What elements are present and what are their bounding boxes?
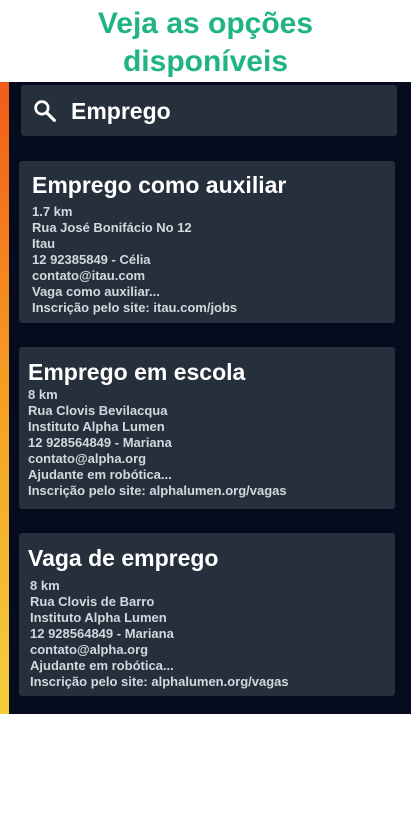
job-email: contato@itau.com: [32, 268, 146, 283]
job-description: Vaga como auxiliar...: [32, 284, 160, 299]
job-card-details: 8 km Rua Clovis de Barro Instituto Alpha…: [30, 578, 289, 690]
job-signup: Inscrição pelo site: alphalumen.org/vaga…: [28, 483, 287, 498]
job-address: Rua José Bonifácio No 12: [32, 220, 192, 235]
job-company: Instituto Alpha Lumen: [30, 610, 167, 625]
page-title-line-2: disponíveis: [122, 45, 289, 78]
accent-strip: [0, 82, 9, 714]
job-description: Ajudante em robótica...: [28, 467, 172, 482]
job-card[interactable]: Vaga de emprego 8 km Rua Clovis de Barro…: [19, 533, 395, 696]
job-card-title[interactable]: Vaga de emprego: [28, 544, 218, 572]
job-company: Instituto Alpha Lumen: [28, 419, 165, 434]
job-card-title[interactable]: Emprego em escola: [28, 358, 245, 386]
job-phone-contact: 12 928564849 - Mariana: [30, 626, 174, 641]
job-description: Ajudante em robótica...: [30, 658, 174, 673]
search-input[interactable]: Emprego: [71, 98, 171, 124]
job-card-details: 1.7 km Rua José Bonifácio No 12 Itau 12 …: [32, 204, 237, 316]
job-distance: 1.7 km: [32, 204, 73, 219]
job-address: Rua Clovis Bevilacqua: [28, 403, 168, 418]
job-card-title[interactable]: Emprego como auxiliar: [32, 171, 286, 199]
results-panel: Emprego Emprego como auxiliar 1.7 km Rua…: [0, 82, 411, 714]
job-phone-contact: 12 928564849 - Mariana: [28, 435, 172, 450]
job-card-details: 8 km Rua Clovis Bevilacqua Instituto Alp…: [28, 387, 287, 499]
job-email: contato@alpha.org: [30, 642, 149, 657]
job-phone-contact: 12 92385849 - Célia: [32, 252, 151, 267]
job-signup: Inscrição pelo site: alphalumen.org/vaga…: [30, 674, 289, 689]
search-icon[interactable]: [32, 98, 57, 123]
job-company: Itau: [32, 236, 56, 251]
job-card[interactable]: Emprego como auxiliar 1.7 km Rua José Bo…: [19, 161, 395, 323]
job-distance: 8 km: [30, 578, 60, 593]
job-address: Rua Clovis de Barro: [30, 594, 155, 609]
page-header: Veja as opções disponíveis: [0, 0, 411, 82]
job-card[interactable]: Emprego em escola 8 km Rua Clovis Bevila…: [19, 347, 395, 509]
job-distance: 8 km: [28, 387, 58, 402]
search-bar[interactable]: Emprego: [21, 85, 397, 136]
job-signup: Inscrição pelo site: itau.com/jobs: [32, 300, 238, 315]
page-title-line-1: Veja as opções: [97, 7, 314, 40]
job-email: contato@alpha.org: [28, 451, 147, 466]
